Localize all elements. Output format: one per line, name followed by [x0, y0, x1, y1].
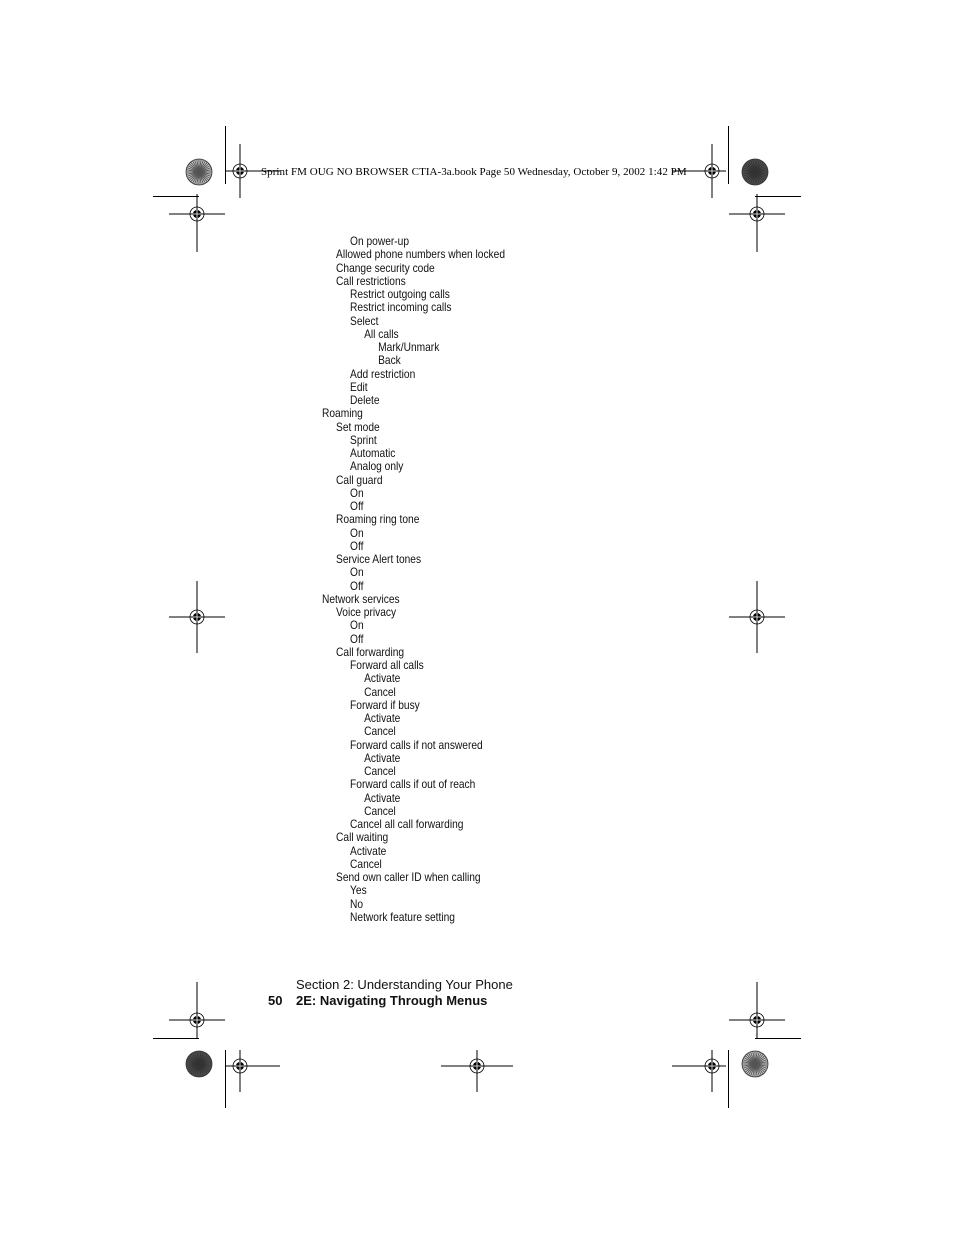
registration-mark-icon	[729, 194, 785, 252]
menu-tree-item: On	[350, 525, 364, 540]
document-page: Sprint FM OUG NO BROWSER CTIA-3a.book Pa…	[0, 0, 954, 1235]
menu-tree-item: Off	[350, 538, 364, 553]
crop-mark	[728, 1050, 729, 1108]
menu-tree-item: Cancel all call forwarding	[350, 817, 464, 831]
footer-section-title: Section 2: Understanding Your Phone	[296, 977, 513, 992]
menu-tree-item: Mark/Unmark	[378, 340, 440, 354]
menu-tree-item: Forward all calls	[350, 658, 424, 672]
menu-tree-item: Allowed phone numbers when locked	[336, 247, 506, 262]
menu-tree-item: On	[350, 565, 364, 580]
menu-tree-item: Off	[350, 631, 364, 646]
menu-tree-item: No	[350, 896, 364, 911]
menu-tree-item: Set mode	[336, 419, 380, 434]
menu-tree-item: On	[350, 618, 364, 633]
chapter-title: 2E: Navigating Through Menus	[296, 993, 488, 1008]
menu-tree-item: Off	[350, 578, 364, 593]
menu-tree-item: Forward calls if not answered	[350, 737, 483, 752]
menu-tree-item: Delete	[350, 393, 380, 407]
menu-tree-item: Network feature setting	[350, 909, 455, 924]
footer-chapter-line: 50 2E: Navigating Through Menus	[268, 993, 487, 1008]
menu-tree-item: Call guard	[336, 472, 383, 487]
crop-mark	[225, 1050, 226, 1108]
menu-tree-item: Network services	[322, 591, 400, 606]
crop-mark	[153, 1038, 199, 1039]
page-number: 50	[268, 993, 283, 1008]
menu-tree-item: Activate	[364, 671, 401, 686]
menu-tree-item: Cancel	[364, 684, 396, 699]
registration-mark-icon	[441, 1050, 513, 1092]
registration-mark-icon	[169, 194, 225, 252]
menu-tree-item: Call restrictions	[336, 273, 406, 288]
color-target-icon	[741, 158, 769, 186]
menu-tree-item: Activate	[364, 750, 401, 765]
menu-tree-item: Automatic	[350, 446, 396, 460]
registration-mark-icon	[672, 1050, 726, 1092]
menu-tree-item: Activate	[350, 843, 387, 858]
menu-tree-item: Analog only	[350, 459, 404, 474]
registration-mark-icon	[729, 982, 785, 1038]
registration-mark-icon	[729, 581, 785, 653]
menu-tree-item: Cancel	[364, 803, 396, 818]
menu-tree-item: Forward calls if out of reach	[350, 777, 476, 792]
menu-tree-item: Add restriction	[350, 366, 416, 381]
crop-mark	[755, 1038, 801, 1039]
menu-tree-item: Call waiting	[336, 830, 389, 845]
menu-tree-item: Service Alert tones	[336, 552, 422, 566]
menu-tree-item: Edit	[350, 379, 368, 394]
menu-tree-item: Cancel	[350, 856, 382, 871]
menu-tree-item: Voice privacy	[336, 605, 397, 619]
menu-tree-item: Restrict incoming calls	[350, 300, 452, 315]
menu-tree-item: Activate	[364, 711, 401, 725]
registration-mark-icon	[169, 581, 225, 653]
menu-tree-item: All calls	[364, 326, 399, 341]
menu-tree-item: Call forwarding	[336, 644, 405, 659]
crop-mark	[728, 126, 729, 184]
color-target-icon	[185, 1050, 213, 1078]
registration-mark-icon	[169, 982, 225, 1038]
color-target-icon	[185, 158, 213, 186]
color-target-icon	[741, 1050, 769, 1078]
menu-tree-item: On power-up	[350, 234, 410, 248]
menu-tree-item: Off	[350, 499, 364, 513]
menu-tree-item: Activate	[364, 790, 401, 805]
menu-tree-item: Roaming ring tone	[336, 512, 420, 527]
menu-tree-item: Sprint	[350, 432, 377, 447]
menu-tree-item: Cancel	[364, 724, 396, 739]
print-slug: Sprint FM OUG NO BROWSER CTIA-3a.book Pa…	[261, 166, 687, 178]
menu-tree-item: On	[350, 485, 364, 500]
menu-tree-item: Yes	[350, 883, 367, 898]
menu-tree: On power-up Allowed phone numbers when lo…	[322, 234, 506, 924]
menu-tree-item: Back	[378, 353, 401, 368]
menu-tree-item: Restrict outgoing calls	[350, 287, 450, 301]
menu-tree-item: Change security code	[336, 260, 435, 275]
menu-tree-item: Cancel	[364, 764, 396, 778]
menu-tree-item: Select	[350, 313, 379, 328]
registration-mark-icon	[226, 1050, 280, 1092]
menu-tree-item: Send own caller ID when calling	[336, 870, 481, 884]
menu-tree-item: Forward if busy	[350, 697, 420, 712]
menu-tree-item: Roaming	[322, 406, 363, 421]
